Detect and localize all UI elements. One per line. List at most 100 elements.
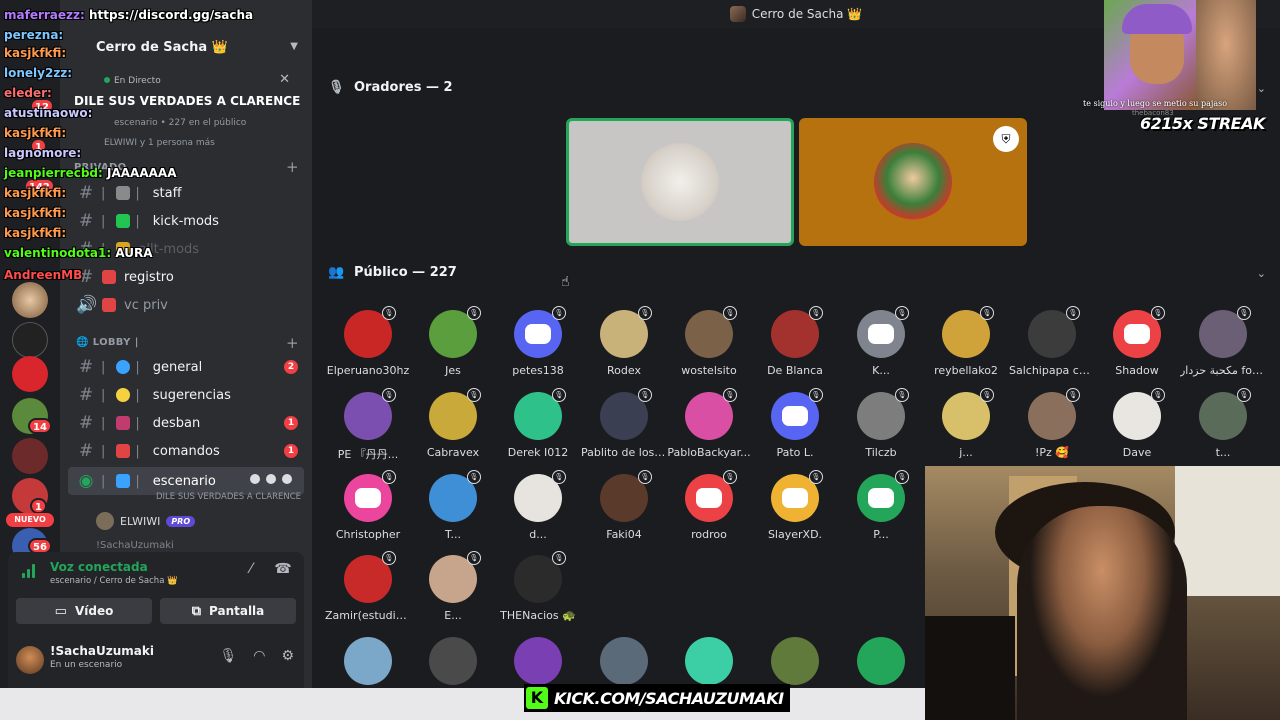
- audience-member[interactable]: 🎙 Rodex: [581, 306, 667, 377]
- microphone-icon[interactable]: 🎙: [219, 648, 237, 664]
- audience-member[interactable]: 🎙 Shadow: [1094, 306, 1180, 377]
- microphone-icon: 🎙: [895, 388, 909, 402]
- disconnect-icon[interactable]: ☎: [274, 560, 292, 578]
- audience-member[interactable]: 🎙 petes138: [495, 306, 581, 377]
- speaker-tile[interactable]: ⛨: [799, 118, 1027, 246]
- server-icon[interactable]: [12, 438, 48, 474]
- audience-member[interactable]: 🎙 Pablito de los ...: [581, 388, 667, 459]
- channel-desban[interactable]: # | | desban 1: [68, 410, 304, 436]
- lightbulb-icon: [116, 388, 131, 402]
- audience-member[interactable]: 🎙 !Pz 🥰: [1009, 388, 1095, 459]
- video-button[interactable]: ▭ Vídeo: [16, 598, 152, 624]
- user-actions: 🎙 ◠ ⚙: [219, 648, 294, 664]
- audience-member[interactable]: 🎙 Cabravex: [410, 388, 496, 459]
- avatar: 🎙: [1199, 388, 1251, 440]
- user-panel: !SachaUzumaki En un escenario 🎙 ◠ ⚙: [8, 640, 304, 688]
- audience-member[interactable]: 🎙 rodroo: [666, 470, 752, 541]
- guest-webcam: [1104, 0, 1256, 110]
- audience-member[interactable]: 🎙 j...: [923, 388, 1009, 459]
- add-channel-icon[interactable]: +: [286, 334, 299, 352]
- audience-member[interactable]: 🎙 Elperuano30hz: [325, 306, 411, 377]
- stage-member[interactable]: ELWIWI PRO: [96, 512, 196, 530]
- audience-member[interactable]: 🎙 t...: [1180, 388, 1266, 459]
- chat-icon[interactable]: [250, 474, 260, 484]
- screen-share-button[interactable]: ⧉ Pantalla: [160, 598, 296, 624]
- microphone-icon: 🎙: [467, 388, 481, 402]
- new-badge: NUEVO: [6, 513, 54, 527]
- gear-icon[interactable]: ⚙: [281, 648, 294, 664]
- audience-name: wostelsito: [681, 364, 737, 377]
- audience-member[interactable]: [666, 637, 752, 685]
- server-icon[interactable]: [12, 322, 48, 358]
- add-member-icon[interactable]: [266, 474, 276, 484]
- audience-member[interactable]: 🎙 Christopher: [325, 470, 411, 541]
- stage-member[interactable]: !SachaUzumaki: [96, 540, 174, 550]
- avatar[interactable]: [16, 646, 44, 674]
- chat-username: kasjkfkfi:: [4, 186, 67, 200]
- audience-member[interactable]: [752, 637, 838, 685]
- avatar: 🎙: [771, 388, 823, 440]
- audience-member[interactable]: [495, 637, 581, 685]
- audience-member[interactable]: [325, 637, 411, 685]
- server-icon[interactable]: [12, 356, 48, 392]
- channel-sugerencias[interactable]: # | | sugerencias: [68, 382, 304, 408]
- audience-member[interactable]: 🎙 Jes: [410, 306, 496, 377]
- avatar: 🎙: [429, 388, 481, 440]
- audience-member[interactable]: 🎙 P...: [838, 470, 924, 541]
- audience-member[interactable]: 🎙 T...: [410, 470, 496, 541]
- voice-actions: ⁄ ☎: [242, 560, 292, 578]
- audience-name: Elperuano30hz: [326, 364, 410, 377]
- audience-member[interactable]: 🎙 d...: [495, 470, 581, 541]
- voice-status[interactable]: Voz conectada: [50, 560, 148, 574]
- audience-header: 👥 Público — 227: [328, 265, 457, 280]
- microphone-icon: 🎙: [895, 470, 909, 484]
- chevron-down-icon[interactable]: ⌄: [1257, 267, 1266, 280]
- category-lobby[interactable]: 🌐 LOBBY |: [76, 337, 139, 348]
- username[interactable]: !SachaUzumaki: [50, 644, 154, 658]
- channel-general[interactable]: # | | general 2: [68, 354, 304, 380]
- avatar: [874, 143, 952, 221]
- audience-member[interactable]: [581, 637, 667, 685]
- avatar: 🎙: [771, 470, 823, 522]
- mention-badge: 1: [30, 498, 47, 514]
- avatar: 🎙: [344, 551, 396, 603]
- audience-name: مكحبة حزدار ‪form: [1180, 364, 1266, 377]
- alert-caption: te siguio y luego se metio su pajaso: [1083, 99, 1228, 108]
- avatar: 🎙: [685, 306, 737, 358]
- unread-count: 1: [284, 416, 298, 430]
- chevron-down-icon[interactable]: ⌄: [1257, 82, 1266, 95]
- audience-member[interactable]: 🎙 THENacios 🐢: [495, 551, 581, 622]
- audience-member[interactable]: 🎙 Faki04: [581, 470, 667, 541]
- microphone-icon: 🎙: [467, 470, 481, 484]
- audience-member[interactable]: 🎙 Zamir(estudia...: [325, 551, 411, 622]
- audience-member[interactable]: 🎙 E...: [410, 551, 496, 622]
- audience-member[interactable]: 🎙 K...: [838, 306, 924, 377]
- audience-title: Público — 227: [354, 265, 457, 280]
- microphone-icon: 🎙: [980, 306, 994, 320]
- audience-member[interactable]: [838, 637, 924, 685]
- audience-member[interactable]: 🎙 wostelsito: [666, 306, 752, 377]
- speaker-tile[interactable]: [566, 118, 794, 246]
- audience-member[interactable]: 🎙 Dave: [1094, 388, 1180, 459]
- channel-comandos[interactable]: # | | comandos 1: [68, 438, 304, 464]
- channel-escenario[interactable]: ◉ | | escenario: [68, 467, 304, 495]
- voice-location[interactable]: escenario / Cerro de Sacha 👑: [50, 576, 178, 586]
- audience-member[interactable]: 🎙 Salchipapa co...: [1009, 306, 1095, 377]
- audience-member[interactable]: 🎙 Pato L.: [752, 388, 838, 459]
- audience-name: !Pz 🥰: [1034, 446, 1069, 459]
- audience-member[interactable]: 🎙 reybellako2: [923, 306, 1009, 377]
- channel-vc-priv[interactable]: 🔊 vc priv: [68, 292, 304, 318]
- headphones-icon[interactable]: ◠: [253, 648, 265, 664]
- signal-icon[interactable]: [22, 564, 38, 578]
- gear-icon[interactable]: [282, 474, 292, 484]
- audience-member[interactable]: 🎙 مكحبة حزدار ‪form: [1180, 306, 1266, 377]
- audience-member[interactable]: 🎙 PabloBackyar...: [666, 388, 752, 459]
- audience-member[interactable]: [410, 637, 496, 685]
- noise-suppression-icon[interactable]: ⁄: [242, 560, 260, 578]
- audience-member[interactable]: 🎙 Tilczb: [838, 388, 924, 459]
- audience-member[interactable]: 🎙 PE 『丹丹...: [325, 388, 411, 462]
- audience-member[interactable]: 🎙 SlayerXD.: [752, 470, 838, 541]
- audience-member[interactable]: 🎙 Derek I012: [495, 388, 581, 459]
- audience-member[interactable]: 🎙 De Blanca: [752, 306, 838, 377]
- microphone-icon: 🎙: [1237, 306, 1251, 320]
